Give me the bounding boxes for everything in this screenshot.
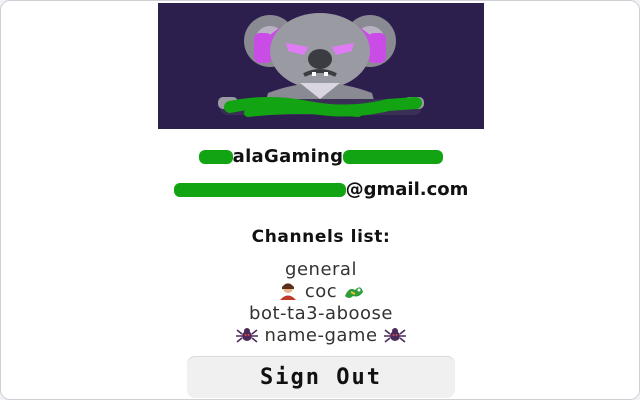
channel-list: general coc bot-ta3-aboose name-game xyxy=(1,259,639,347)
email-domain: @gmail.com xyxy=(345,179,469,200)
channel-item-general[interactable]: general xyxy=(1,259,639,281)
channel-label: general xyxy=(285,259,357,280)
redaction-mark xyxy=(343,150,444,164)
username: alaGaming xyxy=(1,146,639,167)
username-text: alaGaming xyxy=(232,146,344,167)
dragon-emoji-icon xyxy=(343,282,365,300)
channel-item-bot-ta3-aboose[interactable]: bot-ta3-aboose xyxy=(1,303,639,325)
spider-emoji-icon xyxy=(236,326,259,344)
channel-label: bot-ta3-aboose xyxy=(249,303,393,324)
sign-out-button[interactable]: Sign Out xyxy=(187,356,455,398)
channel-label: coc xyxy=(304,281,338,302)
channel-label: name-game xyxy=(264,325,378,346)
channel-item-name-game[interactable]: name-game xyxy=(1,325,639,347)
channels-list-title: Channels list: xyxy=(251,227,391,247)
channel-item-coc[interactable]: coc xyxy=(1,281,639,303)
profile-card: alaGaming @gmail.com Channels list: gene… xyxy=(0,0,640,400)
redaction-mark xyxy=(198,150,233,164)
email: @gmail.com xyxy=(1,179,639,200)
redaction-mark xyxy=(173,183,346,197)
koala-avatar-image xyxy=(158,3,484,129)
person-emoji-icon xyxy=(277,282,299,300)
avatar xyxy=(158,3,484,129)
spider-emoji-icon xyxy=(383,326,406,344)
